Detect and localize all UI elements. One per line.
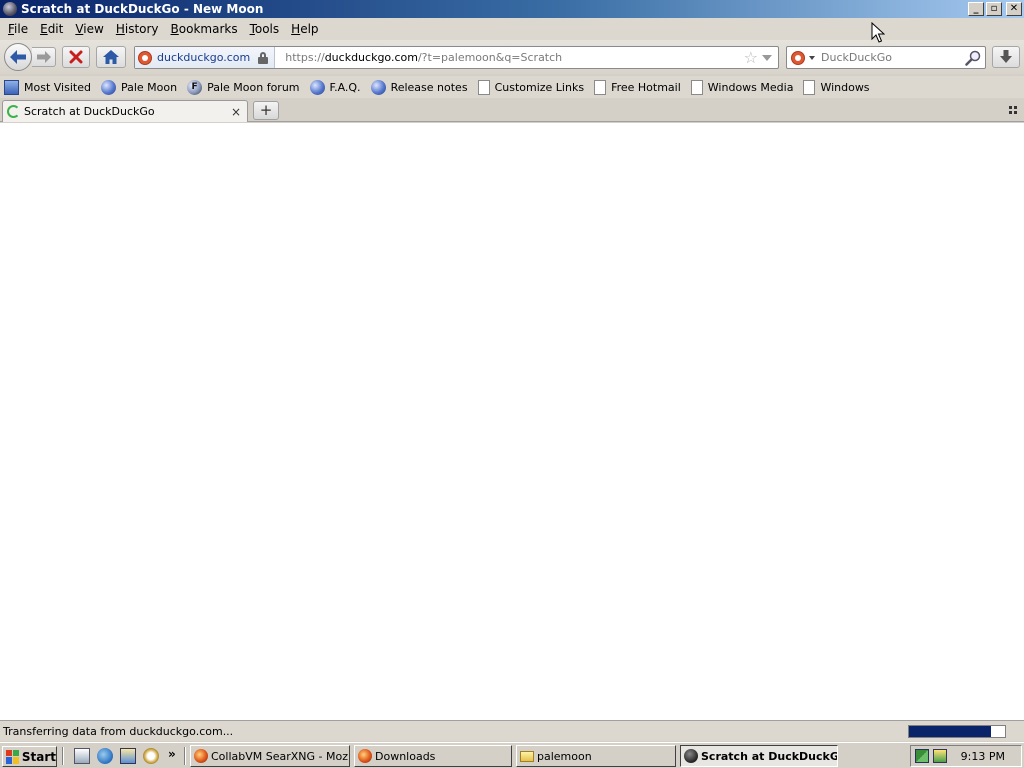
forum-icon: F: [187, 79, 203, 95]
globe-icon: [309, 79, 325, 95]
menu-bookmarks[interactable]: Bookmarks: [167, 22, 242, 36]
magnifier-icon[interactable]: [965, 50, 981, 66]
url-dropdown-icon[interactable]: [762, 54, 772, 61]
loading-progress-bar: [908, 725, 1006, 738]
bookmark-release-notes[interactable]: Release notes: [370, 79, 468, 95]
bookmark-pale-moon[interactable]: Pale Moon: [100, 79, 177, 95]
status-text: Transferring data from duckduckgo.com...: [3, 724, 234, 738]
bookmark-most-visited[interactable]: Most Visited: [4, 79, 91, 95]
address-bar[interactable]: duckduckgo.com https://duckduckgo.com/?t…: [134, 46, 779, 69]
downloads-button[interactable]: [992, 46, 1020, 68]
minimize-button[interactable]: _: [968, 2, 984, 16]
restore-button[interactable]: ▫: [986, 2, 1002, 16]
list-all-tabs-icon[interactable]: [1009, 106, 1019, 114]
forward-arrow-icon: [36, 51, 51, 63]
back-button[interactable]: [4, 43, 32, 71]
quick-launch-more-icon[interactable]: »: [168, 747, 176, 761]
bookmark-free-hotmail[interactable]: Free Hotmail: [594, 79, 681, 95]
menu-file[interactable]: File: [4, 22, 32, 36]
duckduckgo-favicon-icon: [138, 50, 152, 65]
system-tray: 9:13 PM: [910, 745, 1022, 767]
taskbar-item-collabvm-searxng[interactable]: CollabVM SearXNG - Mozill...: [190, 745, 350, 767]
tab-strip: Scratch at DuckDuckGo × +: [0, 98, 1024, 122]
globe-icon: [100, 79, 116, 95]
taskbar-separator: [62, 747, 64, 765]
window-controls: _ ▫ ✕: [968, 2, 1022, 16]
page-icon: [477, 79, 490, 95]
mouse-cursor-icon: [871, 22, 885, 43]
home-icon: [103, 50, 119, 64]
globe-icon: [370, 79, 386, 95]
taskbar-item-downloads[interactable]: Downloads: [354, 745, 512, 767]
back-arrow-icon: [10, 50, 26, 64]
menu-history[interactable]: History: [112, 22, 163, 36]
menu-help[interactable]: Help: [287, 22, 322, 36]
menu-view[interactable]: View: [71, 22, 107, 36]
lock-icon: [258, 51, 269, 64]
home-button[interactable]: [96, 46, 126, 68]
search-bar[interactable]: DuckDuckGo: [786, 46, 986, 69]
network-icon[interactable]: [915, 749, 929, 763]
pale-moon-icon: [684, 749, 698, 763]
page-icon: [803, 79, 816, 95]
close-button[interactable]: ✕: [1006, 2, 1022, 16]
menu-tools[interactable]: Tools: [246, 22, 284, 36]
bookmark-customize-links[interactable]: Customize Links: [477, 79, 584, 95]
bookmark-faq[interactable]: F.A.Q.: [309, 79, 361, 95]
tab-title: Scratch at DuckDuckGo: [24, 105, 155, 118]
url-text[interactable]: https://duckduckgo.com/?t=palemoon&q=Scr…: [275, 51, 743, 64]
clock[interactable]: 9:13 PM: [961, 750, 1005, 763]
internet-explorer-icon[interactable]: [97, 748, 113, 764]
taskbar-separator: [184, 747, 186, 765]
forward-button[interactable]: [32, 47, 56, 67]
firefox-icon: [194, 749, 208, 763]
start-button[interactable]: Start: [2, 746, 57, 767]
identity-label: duckduckgo.com: [157, 51, 251, 64]
folder-icon: [520, 750, 534, 762]
bookmark-star-icon[interactable]: ☆: [744, 48, 758, 67]
page-icon: [594, 79, 607, 95]
search-icon[interactable]: [143, 748, 159, 764]
windows-flag-icon: [6, 749, 19, 764]
bookmark-pale-moon-forum[interactable]: F Pale Moon forum: [187, 79, 300, 95]
tab-scratch-duckduckgo[interactable]: Scratch at DuckDuckGo ×: [2, 100, 248, 122]
page-content[interactable]: [0, 123, 1024, 720]
duckduckgo-engine-icon: [791, 50, 805, 65]
loading-spinner-icon: [7, 105, 20, 118]
title-bar: Scratch at DuckDuckGo - New Moon _ ▫ ✕: [0, 0, 1024, 18]
new-tab-button[interactable]: +: [253, 101, 279, 120]
bookmark-windows[interactable]: Windows: [803, 79, 870, 95]
taskbar: Start » CollabVM SearXNG - Mozill... Dow…: [0, 742, 1024, 768]
bookmark-windows-media[interactable]: Windows Media: [690, 79, 793, 95]
status-bar: Transferring data from duckduckgo.com...: [0, 720, 1024, 741]
tab-close-icon[interactable]: ×: [229, 105, 243, 119]
show-desktop-icon[interactable]: [74, 748, 90, 764]
page-icon: [690, 79, 703, 95]
security-center-icon[interactable]: [933, 749, 947, 763]
most-visited-icon: [4, 79, 19, 95]
stop-button[interactable]: [62, 46, 90, 68]
pale-moon-icon[interactable]: [3, 2, 17, 16]
download-arrow-icon: [1000, 50, 1012, 63]
menu-edit[interactable]: Edit: [36, 22, 67, 36]
progress-fill: [909, 726, 991, 737]
outlook-express-icon[interactable]: [120, 748, 136, 764]
stop-x-icon: [69, 50, 83, 64]
search-engine-selector[interactable]: [787, 50, 815, 65]
taskbar-item-scratch-duckduckgo[interactable]: Scratch at DuckDuckG...: [680, 745, 838, 767]
search-input[interactable]: DuckDuckGo: [815, 51, 965, 64]
firefox-icon: [358, 749, 372, 763]
window-title: Scratch at DuckDuckGo - New Moon: [21, 2, 264, 16]
navigation-toolbar: duckduckgo.com https://duckduckgo.com/?t…: [0, 40, 1024, 74]
site-identity-button[interactable]: duckduckgo.com: [135, 47, 276, 68]
bookmarks-toolbar: Most Visited Pale Moon F Pale Moon forum …: [0, 76, 1024, 98]
taskbar-item-palemoon-folder[interactable]: palemoon: [516, 745, 676, 767]
